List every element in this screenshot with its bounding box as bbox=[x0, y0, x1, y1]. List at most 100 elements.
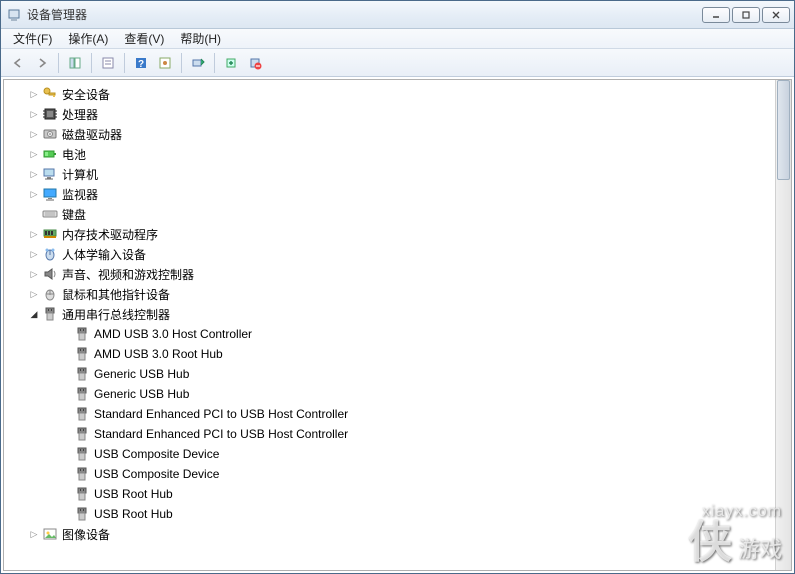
tree-category[interactable]: ▷ 监视器 bbox=[4, 184, 775, 204]
tree-category[interactable]: ◢ 通用串行总线控制器 bbox=[4, 304, 775, 324]
category-label: 计算机 bbox=[62, 166, 98, 183]
tree-category[interactable]: ▷ 安全设备 bbox=[4, 84, 775, 104]
expand-icon[interactable]: ▷ bbox=[28, 228, 40, 240]
cpu-icon bbox=[42, 106, 58, 122]
computer-icon bbox=[42, 166, 58, 182]
tree-device[interactable]: Standard Enhanced PCI to USB Host Contro… bbox=[4, 404, 775, 424]
usb-icon bbox=[74, 426, 90, 442]
device-label: Standard Enhanced PCI to USB Host Contro… bbox=[94, 427, 348, 441]
category-label: 监视器 bbox=[62, 186, 98, 203]
expand-icon[interactable]: ▷ bbox=[28, 268, 40, 280]
menubar: 文件(F) 操作(A) 查看(V) 帮助(H) bbox=[1, 29, 794, 49]
vertical-scrollbar[interactable] bbox=[775, 80, 791, 570]
tree-category[interactable]: ▷ 鼠标和其他指针设备 bbox=[4, 284, 775, 304]
close-button[interactable] bbox=[762, 7, 790, 23]
expand-icon[interactable]: ▷ bbox=[28, 528, 40, 540]
window-title: 设备管理器 bbox=[27, 6, 702, 23]
tree-device[interactable]: USB Root Hub bbox=[4, 484, 775, 504]
content-pane: ▷安全设备▷处理器▷磁盘驱动器▷电池▷计算机▷监视器▷键盘▷内存技术驱动程序▷人… bbox=[3, 79, 792, 571]
expand-icon[interactable]: ▷ bbox=[28, 88, 40, 100]
usb-icon bbox=[74, 386, 90, 402]
tree-category[interactable]: ▷ 图像设备 bbox=[4, 524, 775, 544]
usb-icon bbox=[74, 446, 90, 462]
tree-category[interactable]: ▷ 计算机 bbox=[4, 164, 775, 184]
category-label: 安全设备 bbox=[62, 86, 110, 103]
device-tree[interactable]: ▷安全设备▷处理器▷磁盘驱动器▷电池▷计算机▷监视器▷键盘▷内存技术驱动程序▷人… bbox=[4, 80, 775, 570]
expand-icon[interactable]: ▷ bbox=[28, 128, 40, 140]
tree-category[interactable]: ▷键盘 bbox=[4, 204, 775, 224]
expand-icon[interactable]: ▷ bbox=[28, 188, 40, 200]
tree-device[interactable]: Standard Enhanced PCI to USB Host Contro… bbox=[4, 424, 775, 444]
tree-category[interactable]: ▷ 电池 bbox=[4, 144, 775, 164]
device-label: USB Composite Device bbox=[94, 447, 219, 461]
tree-device[interactable]: AMD USB 3.0 Host Controller bbox=[4, 324, 775, 344]
forward-button[interactable] bbox=[31, 52, 53, 74]
memory-icon bbox=[42, 226, 58, 242]
expand-icon[interactable]: ▷ bbox=[28, 248, 40, 260]
usb-icon bbox=[74, 366, 90, 382]
usb-icon bbox=[74, 466, 90, 482]
tree-category[interactable]: ▷ 磁盘驱动器 bbox=[4, 124, 775, 144]
tree-category[interactable]: ▷ 内存技术驱动程序 bbox=[4, 224, 775, 244]
collapse-icon[interactable]: ◢ bbox=[28, 308, 40, 320]
minimize-button[interactable] bbox=[702, 7, 730, 23]
toolbar-separator bbox=[91, 53, 92, 73]
key-icon bbox=[42, 86, 58, 102]
monitor-icon bbox=[42, 186, 58, 202]
tree-category[interactable]: ▷ 处理器 bbox=[4, 104, 775, 124]
category-label: 图像设备 bbox=[62, 526, 110, 543]
tree-device[interactable]: USB Composite Device bbox=[4, 464, 775, 484]
usb-icon bbox=[74, 406, 90, 422]
device-label: USB Composite Device bbox=[94, 467, 219, 481]
expand-icon[interactable]: ▷ bbox=[28, 168, 40, 180]
category-label: 键盘 bbox=[62, 206, 86, 223]
tree-device[interactable]: AMD USB 3.0 Root Hub bbox=[4, 344, 775, 364]
device-label: USB Root Hub bbox=[94, 507, 173, 521]
category-label: 通用串行总线控制器 bbox=[62, 306, 170, 323]
scrollbar-thumb[interactable] bbox=[777, 80, 790, 180]
help-button[interactable]: ? bbox=[130, 52, 152, 74]
category-label: 内存技术驱动程序 bbox=[62, 226, 158, 243]
maximize-button[interactable] bbox=[732, 7, 760, 23]
toolbar-separator bbox=[214, 53, 215, 73]
usb-icon bbox=[42, 306, 58, 322]
device-manager-window: 设备管理器 文件(F) 操作(A) 查看(V) 帮助(H) ? ▷ 安全设备 ▷ 处理… bbox=[0, 0, 795, 574]
tree-device[interactable]: USB Composite Device bbox=[4, 444, 775, 464]
disk-icon bbox=[42, 126, 58, 142]
tree-category[interactable]: ▷ 声音、视频和游戏控制器 bbox=[4, 264, 775, 284]
expand-icon[interactable]: ▷ bbox=[28, 108, 40, 120]
category-label: 磁盘驱动器 bbox=[62, 126, 122, 143]
menu-file[interactable]: 文件(F) bbox=[5, 28, 60, 49]
category-label: 声音、视频和游戏控制器 bbox=[62, 266, 194, 283]
uninstall-button[interactable] bbox=[244, 52, 266, 74]
usb-icon bbox=[74, 346, 90, 362]
category-label: 电池 bbox=[62, 146, 86, 163]
toolbar-separator bbox=[58, 53, 59, 73]
menu-help[interactable]: 帮助(H) bbox=[172, 28, 229, 49]
show-hide-tree-button[interactable] bbox=[64, 52, 86, 74]
tree-device[interactable]: USB Root Hub bbox=[4, 504, 775, 524]
scan-hardware-button[interactable] bbox=[187, 52, 209, 74]
tree-device[interactable]: Generic USB Hub bbox=[4, 384, 775, 404]
update-driver-button[interactable] bbox=[220, 52, 242, 74]
tree-device[interactable]: Generic USB Hub bbox=[4, 364, 775, 384]
battery-icon bbox=[42, 146, 58, 162]
tree-category[interactable]: ▷人体学输入设备 bbox=[4, 244, 775, 264]
menu-view[interactable]: 查看(V) bbox=[116, 28, 172, 49]
properties-button[interactable] bbox=[97, 52, 119, 74]
category-label: 处理器 bbox=[62, 106, 98, 123]
image-icon bbox=[42, 526, 58, 542]
action-button[interactable] bbox=[154, 52, 176, 74]
device-label: AMD USB 3.0 Root Hub bbox=[94, 347, 223, 361]
expand-icon[interactable]: ▷ bbox=[28, 288, 40, 300]
toolbar: ? bbox=[1, 49, 794, 77]
toolbar-separator bbox=[181, 53, 182, 73]
device-label: Standard Enhanced PCI to USB Host Contro… bbox=[94, 407, 348, 421]
keyboard-icon bbox=[42, 206, 58, 222]
category-label: 鼠标和其他指针设备 bbox=[62, 286, 170, 303]
toolbar-separator bbox=[124, 53, 125, 73]
back-button[interactable] bbox=[7, 52, 29, 74]
menu-action[interactable]: 操作(A) bbox=[60, 28, 116, 49]
expand-icon[interactable]: ▷ bbox=[28, 148, 40, 160]
mouse-icon bbox=[42, 286, 58, 302]
